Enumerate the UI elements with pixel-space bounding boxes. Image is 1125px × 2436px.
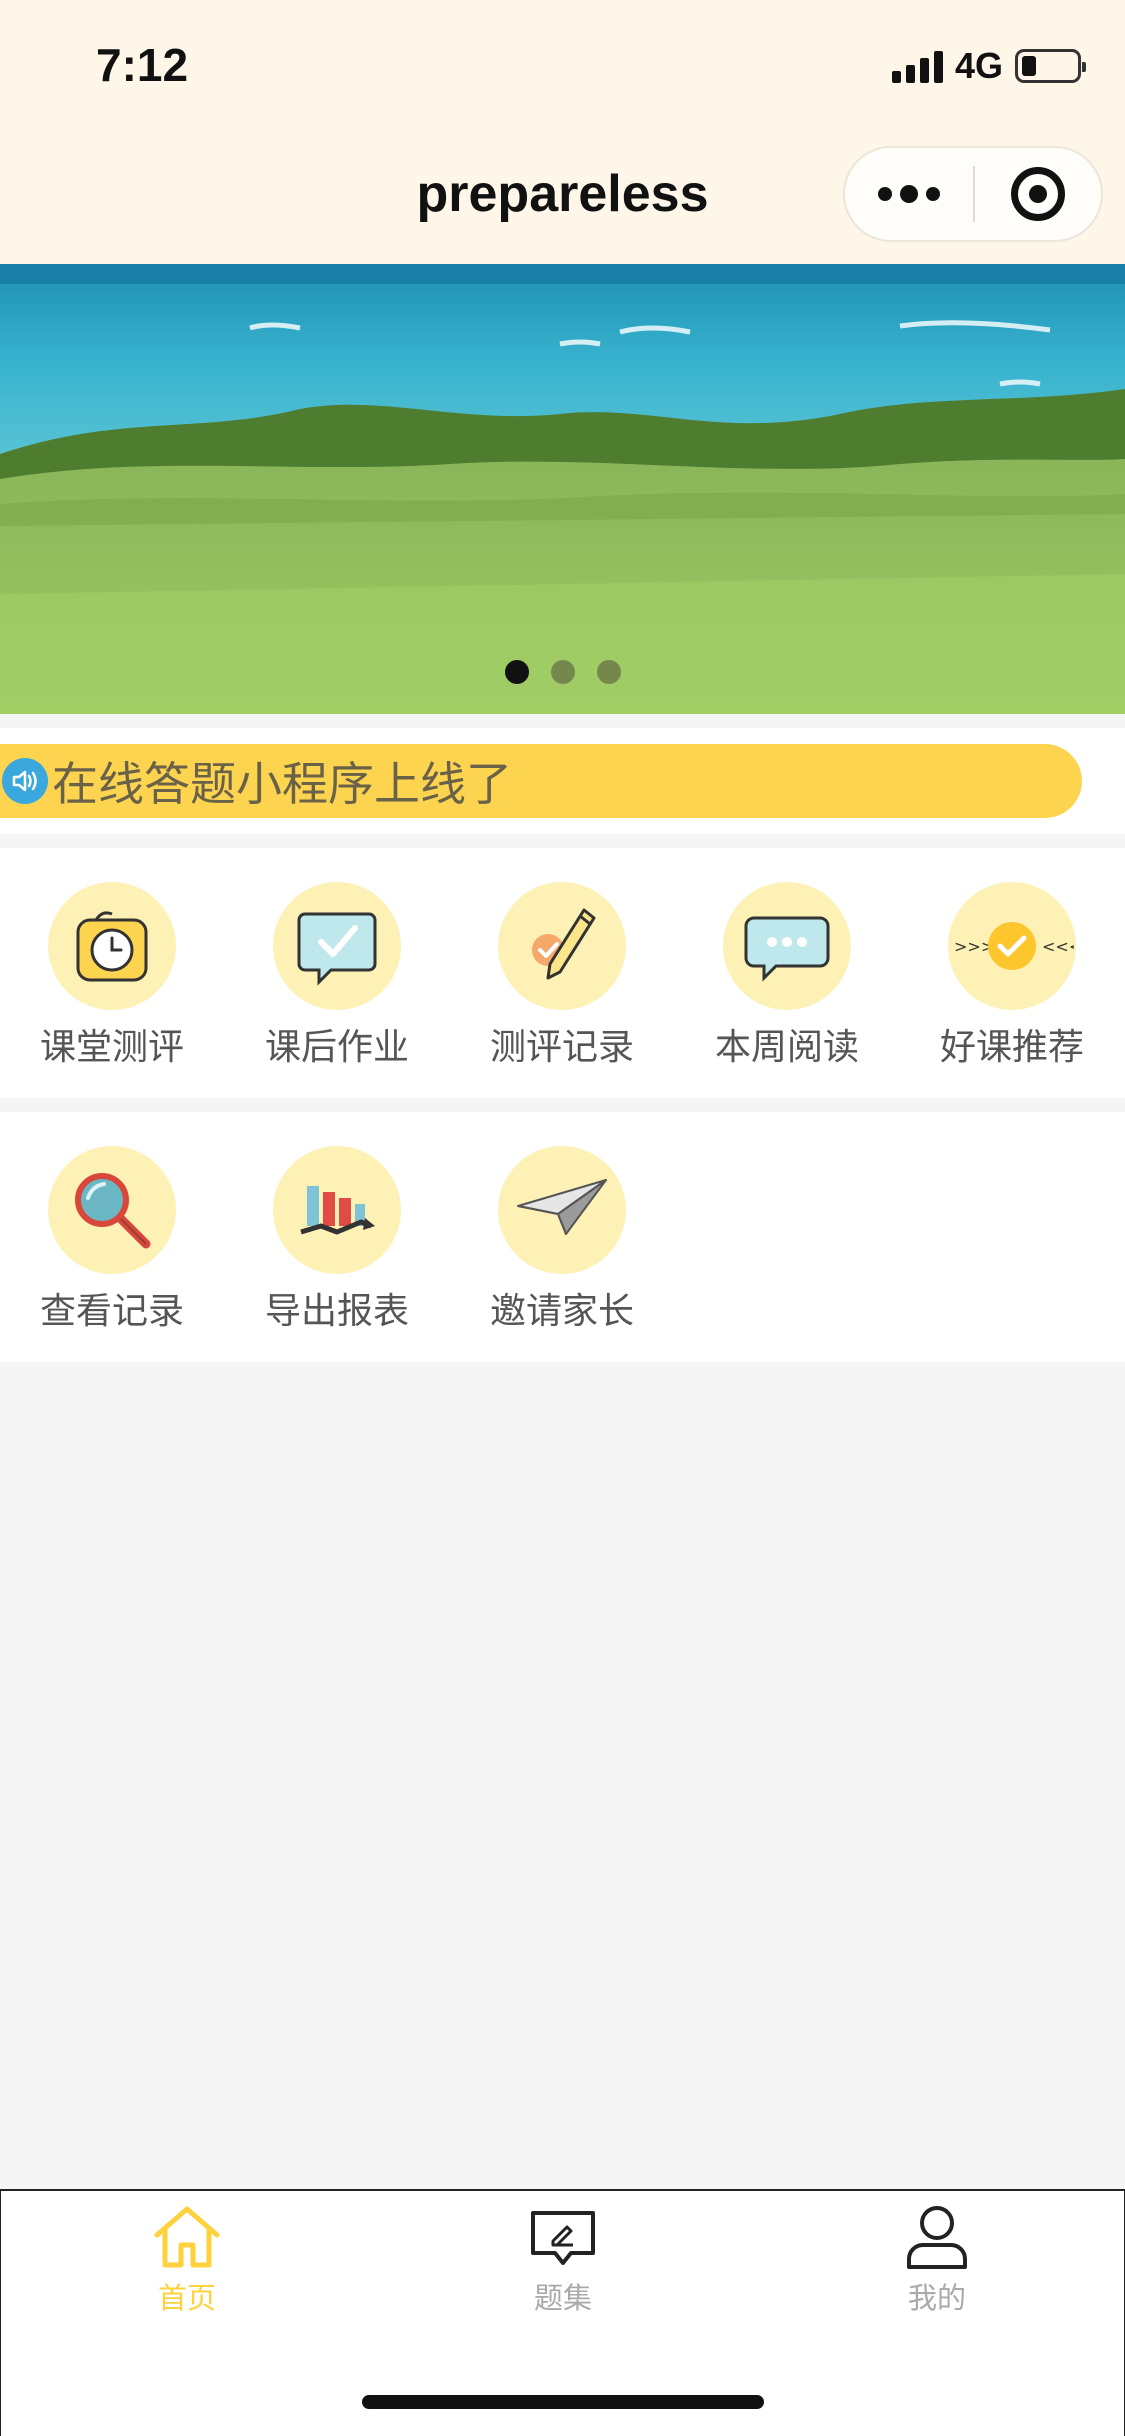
notice-bar[interactable]: 在线答题小程序上线了 xyxy=(0,744,1082,818)
pencil-check-icon xyxy=(498,882,626,1010)
banner-image xyxy=(0,264,1125,714)
tab-label: 首页 xyxy=(157,2281,216,2315)
more-dots-icon[interactable] xyxy=(845,148,973,240)
chat-bubble-icon xyxy=(723,882,851,1010)
carousel-dot[interactable] xyxy=(504,660,529,684)
target-icon xyxy=(1011,167,1065,221)
carousel-dot[interactable] xyxy=(550,660,575,684)
menu-item-recommended-courses[interactable]: >>> <<< 好课推荐 xyxy=(922,882,1102,1082)
menu-item-classroom-test[interactable]: 课堂测评 xyxy=(22,882,202,1082)
speaker-icon xyxy=(2,758,48,804)
menu-row: 查看记录 导出报表 邀请家长 xyxy=(0,1112,1125,1362)
tab-label: 我的 xyxy=(907,2281,966,2315)
question-set-icon xyxy=(531,2211,595,2265)
menu-item-label: 课堂测评 xyxy=(39,1027,184,1068)
menu-item-label: 本周阅读 xyxy=(714,1027,859,1068)
menu-item-test-records[interactable]: 测评记录 xyxy=(472,882,652,1082)
menu-row: 课堂测评 课后作业 测评记录 本周阅读 >>> << 好课推荐 xyxy=(0,848,1125,1098)
carousel-dot[interactable] xyxy=(596,660,621,684)
tab-home[interactable]: 首页 xyxy=(87,2203,287,2323)
network-type: 4G xyxy=(954,45,1003,86)
menu-item-weekly-reading[interactable]: 本周阅读 xyxy=(697,882,877,1082)
carousel-indicators xyxy=(0,660,1125,684)
banner-carousel[interactable] xyxy=(0,264,1125,714)
check-bubble-icon xyxy=(273,882,401,1010)
bar-chart-icon xyxy=(273,1146,401,1274)
home-icon xyxy=(154,2206,220,2268)
notice-section: 在线答题小程序上线了 xyxy=(0,728,1125,834)
paper-plane-icon xyxy=(498,1146,626,1274)
mini-program-capsule xyxy=(843,146,1103,242)
check-badge-icon: >>> <<< xyxy=(948,882,1076,1010)
alarm-clock-icon xyxy=(48,882,176,1010)
svg-text:<<<: <<< xyxy=(1042,937,1074,956)
tab-question-set[interactable]: 题集 xyxy=(463,2203,663,2323)
menu-item-view-records[interactable]: 查看记录 xyxy=(22,1146,202,1346)
magnifier-icon xyxy=(48,1146,176,1274)
menu-item-label: 好课推荐 xyxy=(939,1027,1084,1068)
home-indicator[interactable] xyxy=(362,2395,764,2409)
user-icon xyxy=(907,2206,967,2269)
tab-label: 题集 xyxy=(533,2281,592,2315)
tab-mine[interactable]: 我的 xyxy=(837,2203,1037,2323)
menu-item-homework[interactable]: 课后作业 xyxy=(247,882,427,1082)
menu-item-label: 导出报表 xyxy=(264,1291,409,1332)
menu-item-label: 测评记录 xyxy=(489,1027,634,1068)
notice-text: 在线答题小程序上线了 xyxy=(52,757,512,811)
battery-icon xyxy=(1015,49,1086,83)
menu-item-label: 课后作业 xyxy=(264,1027,409,1068)
status-indicators: 4G xyxy=(891,45,1086,86)
nav-bar: prepareless xyxy=(0,132,1125,264)
close-mini-program-button[interactable] xyxy=(975,148,1101,240)
menu-item-invite-parents[interactable]: 邀请家长 xyxy=(472,1146,652,1346)
menu-item-export-report[interactable]: 导出报表 xyxy=(247,1146,427,1346)
menu-item-label: 邀请家长 xyxy=(489,1291,634,1332)
menu-item-label: 查看记录 xyxy=(39,1291,184,1332)
signal-icon xyxy=(891,49,943,83)
status-bar: 7:12 4G xyxy=(0,0,1125,132)
status-time: 7:12 xyxy=(96,39,189,91)
